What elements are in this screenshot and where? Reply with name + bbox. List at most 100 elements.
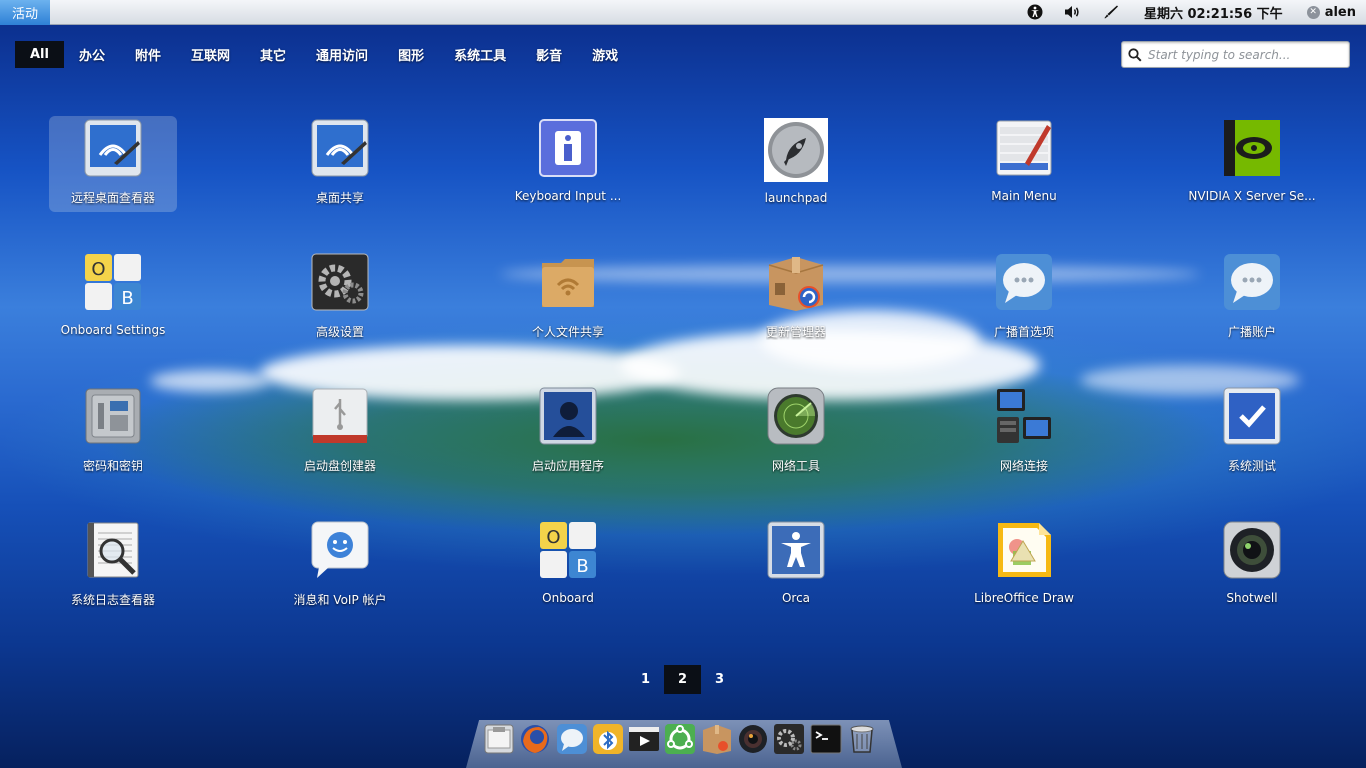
category-system-tools[interactable]: 系统工具 [439,41,521,68]
remote-desktop-icon [84,119,142,177]
software-center-icon [702,725,731,754]
app-tile-startup-applications[interactable]: 启动应用程序 [504,384,632,480]
network-monitors-icon [995,387,1053,445]
app-tile-network-tools[interactable]: 网络工具 [732,384,860,480]
safe-icon [84,387,142,445]
app-tile-shotwell[interactable]: Shotwell [1188,518,1316,614]
app-tile-libreoffice-draw[interactable]: LibreOffice Draw [960,518,1088,614]
app-tile-startup-disk-creator[interactable]: 启动盘创建器 [276,384,404,480]
category-universal-access[interactable]: 通用访问 [301,41,383,68]
category-graphics[interactable]: 图形 [383,41,439,68]
app-label: Orca [781,591,811,605]
page-2-button[interactable]: 2 [664,665,701,694]
app-tile-update-manager[interactable]: 更新管理器 [732,250,860,346]
rocket-icon [764,118,828,182]
app-label: Onboard [542,591,594,605]
category-other[interactable]: 其它 [245,41,301,68]
firefox-icon [521,725,550,753]
app-tile-advanced-settings[interactable]: 高级设置 [276,250,404,346]
app-label: 桌面共享 [315,191,364,205]
app-tile-onboard[interactable]: OB Onboard [504,518,632,614]
dock-firefox[interactable] [518,722,552,756]
page-1-button[interactable]: 1 [627,665,664,694]
desktop-sharing-icon [311,119,369,177]
app-tile-remote-desktop-viewer[interactable]: 远程桌面查看器 [49,116,177,212]
chat-bubbles-icon [1223,253,1281,311]
page-indicator: 1 2 3 [627,665,738,694]
dock-trash[interactable] [845,722,879,756]
dock-terminal[interactable] [809,722,843,756]
category-games[interactable]: 游戏 [577,41,633,68]
app-label: LibreOffice Draw [974,591,1074,605]
app-tile-desktop-sharing[interactable]: 桌面共享 [276,116,404,212]
category-internet[interactable]: 互联网 [176,41,245,68]
app-tile-system-testing[interactable]: 系统测试 [1188,384,1316,480]
dock-bluetooth[interactable] [591,722,625,756]
radar-icon [767,387,825,445]
category-bar: All 办公 附件 互联网 其它 通用访问 图形 系统工具 影音 游戏 [15,41,633,68]
category-multimedia[interactable]: 影音 [521,41,577,68]
accessibility-icon [1027,4,1043,20]
app-tile-passwords-keys[interactable]: 密码和密钥 [49,384,177,480]
app-tile-launchpad[interactable]: launchpad [732,116,860,212]
dock-empathy[interactable] [555,722,589,756]
app-tile-messaging-voip-accounts[interactable]: 消息和 VoIP 帐户 [276,518,404,614]
app-label: 更新管理器 [765,325,826,339]
volume-menu[interactable] [1054,0,1092,25]
top-panel: 活动 星期六 02:21:56 下午 ✕ alen [0,0,1366,25]
dock-shotwell[interactable] [736,722,770,756]
app-tile-network-connections[interactable]: 网络连接 [960,384,1088,480]
app-tile-personal-file-sharing[interactable]: 个人文件共享 [504,250,632,346]
app-label: 消息和 VoIP 帐户 [293,593,387,607]
input-method-menu[interactable] [1092,0,1130,25]
app-tile-system-log-viewer[interactable]: 系统日志查看器 [49,518,177,614]
app-label: 网络连接 [999,459,1048,473]
accessibility-icon [767,521,825,579]
app-tile-main-menu[interactable]: Main Menu [960,116,1088,212]
app-label: 远程桌面查看器 [70,191,155,205]
app-tile-orca[interactable]: Orca [732,518,860,614]
app-tile-nvidia-settings[interactable]: NVIDIA X Server Se... [1188,116,1316,212]
app-tile-broadcast-accounts[interactable]: 广播账户 [1188,250,1316,346]
svg-text:B: B [576,556,588,577]
dock-items [482,722,881,756]
onboard-settings-icon: OB [84,253,142,311]
user-menu[interactable]: ✕ alen [1297,5,1366,20]
svg-text:O: O [546,527,560,548]
user-silhouette-icon [539,387,597,445]
category-all[interactable]: All [15,41,64,68]
app-label: Onboard Settings [60,323,166,337]
clock[interactable]: 星期六 02:21:56 下午 [1130,3,1297,22]
app-tile-keyboard-input[interactable]: Keyboard Input ... [504,116,632,212]
svg-text:B: B [121,288,133,309]
app-label: Shotwell [1226,591,1278,605]
app-label: launchpad [764,191,828,205]
activities-button[interactable]: 活动 [0,0,51,25]
dock-files[interactable] [482,722,516,756]
camera-lens-icon [1223,521,1281,579]
video-icon [629,727,660,751]
search-input[interactable] [1148,47,1338,62]
search-icon [1128,47,1142,62]
terminal-icon [810,724,842,754]
app-label: Main Menu [991,189,1057,203]
category-office[interactable]: 办公 [64,41,120,68]
app-label: 启动应用程序 [531,459,604,473]
gears-icon [774,724,805,754]
category-accessories[interactable]: 附件 [120,41,176,68]
dock-software-center[interactable] [700,722,734,756]
app-tile-broadcast-preferences[interactable]: 广播首选项 [960,250,1088,346]
dock-settings[interactable] [772,722,806,756]
dock-video[interactable] [627,722,661,756]
dock-ubuntu[interactable] [663,722,697,756]
app-label: 广播账户 [1227,325,1276,339]
gears-icon [311,253,369,311]
svg-text:O: O [91,259,105,280]
user-name: alen [1324,4,1356,20]
app-label: 网络工具 [771,459,820,473]
app-tile-onboard-settings[interactable]: OB Onboard Settings [49,250,177,346]
page-3-button[interactable]: 3 [701,665,738,694]
accessibility-menu[interactable] [1016,0,1054,25]
app-label: 密码和密钥 [82,459,143,473]
search-box[interactable] [1121,41,1350,68]
